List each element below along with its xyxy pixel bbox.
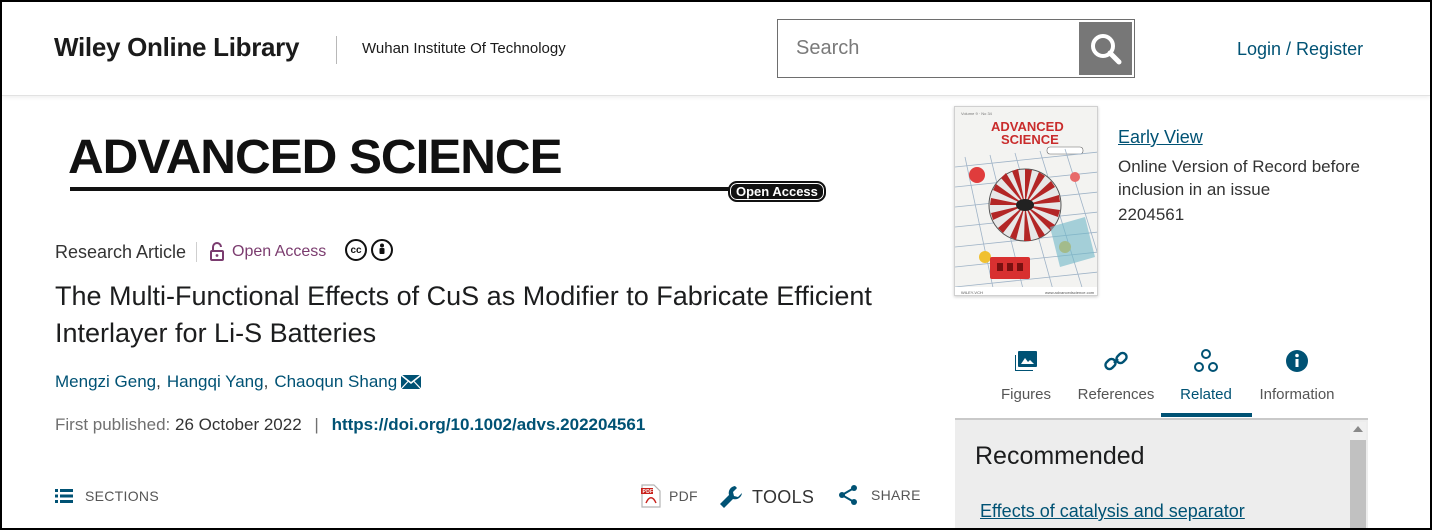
pubdate-separator: | — [314, 415, 319, 434]
doi-link[interactable]: https://doi.org/10.1002/advs.202204561 — [332, 415, 646, 434]
svg-text:Volume 9 · No 34: Volume 9 · No 34 — [961, 111, 993, 116]
journal-title: ADVANCED SCIENCE — [68, 131, 563, 184]
license-icons[interactable]: cc — [345, 239, 393, 261]
open-lock-icon — [210, 242, 224, 261]
tab-label: Figures — [1000, 386, 1052, 403]
tab-figures[interactable]: Figures — [980, 346, 1072, 418]
journal-banner[interactable]: ADVANCED SCIENCE Open Access — [66, 130, 826, 205]
article-title: The Multi-Functional Effects of CuS as M… — [55, 281, 872, 348]
pdf-label: PDF — [669, 488, 698, 504]
recommended-panel: Recommended Effects of catalysis and sep… — [955, 420, 1368, 528]
share-button[interactable]: SHARE — [837, 484, 921, 506]
open-access-label: Open Access — [232, 243, 327, 260]
share-label: SHARE — [871, 487, 921, 503]
tab-label: Related — [1180, 386, 1232, 403]
scroll-up-arrow-icon[interactable] — [1353, 426, 1363, 432]
share-icon — [839, 485, 857, 505]
active-tab-indicator — [1161, 413, 1252, 417]
publication-info: First published: 26 October 2022 | https… — [55, 415, 645, 435]
page-frame: Wiley Online Library Wuhan Institute Of … — [0, 0, 1432, 530]
search-box — [777, 19, 1135, 78]
article-type: Research Article — [55, 242, 187, 262]
list-icon — [55, 489, 73, 503]
author-link[interactable]: Chaoqun Shang — [274, 372, 397, 392]
info-icon — [1286, 350, 1308, 372]
journal-rule — [70, 187, 730, 191]
tools-label: TOOLS — [752, 486, 815, 507]
tools-button[interactable]: TOOLS — [718, 484, 814, 510]
pdf-button[interactable]: PDF PDF — [641, 484, 698, 508]
svg-text:www.advancedscience.com: www.advancedscience.com — [1045, 290, 1095, 295]
cover-illustration: Volume 9 · No 34 ADVANCED SCIENCE WILEY-… — [955, 107, 1097, 295]
svg-text:SCIENCE: SCIENCE — [1001, 132, 1059, 147]
author-list: Mengzi Geng, Hangqi Yang, Chaoqun Shang — [55, 372, 422, 392]
tab-label: References — [1077, 386, 1155, 403]
search-input[interactable] — [786, 28, 1076, 68]
tab-references[interactable]: References — [1070, 346, 1162, 418]
pdf-icon: PDF — [641, 484, 661, 508]
search-icon — [1090, 33, 1121, 64]
corresponding-author-mail-icon[interactable] — [401, 375, 422, 389]
article-number: 2204561 — [1118, 205, 1185, 224]
sections-button[interactable]: SECTIONS — [55, 488, 159, 504]
author-link[interactable]: Hangqi Yang — [167, 372, 264, 392]
scrollbar-thumb[interactable] — [1350, 440, 1366, 528]
by-attribution-icon — [371, 239, 393, 261]
journal-open-access-badge: Open Access — [728, 181, 826, 202]
recommended-article-link[interactable]: Effects of catalysis and separator — [980, 501, 1245, 522]
institution-name: Wuhan Institute Of Technology — [362, 40, 566, 57]
early-view-description: Online Version of Record before inclusio… — [1118, 157, 1360, 199]
wrench-icon — [720, 486, 742, 508]
journal-cover-image[interactable]: Volume 9 · No 34 ADVANCED SCIENCE WILEY-… — [954, 106, 1098, 296]
search-button[interactable] — [1079, 22, 1132, 75]
svg-text:WILEY-VCH: WILEY-VCH — [961, 290, 983, 295]
header-divider — [336, 36, 337, 64]
tab-label: Information — [1259, 386, 1335, 403]
early-view-link[interactable]: Early View — [1118, 127, 1203, 148]
link-icon — [1104, 351, 1128, 371]
sections-label: SECTIONS — [85, 488, 159, 504]
first-published-label: First published: — [55, 415, 171, 434]
image-icon — [1015, 351, 1037, 371]
related-icon — [1194, 349, 1218, 372]
site-logo[interactable]: Wiley Online Library — [54, 32, 299, 63]
panel-title: Recommended — [975, 442, 1145, 470]
tab-information[interactable]: Information — [1251, 346, 1343, 418]
cc-icon: cc — [345, 239, 367, 261]
site-header: Wiley Online Library Wuhan Institute Of … — [2, 2, 1430, 96]
tab-related[interactable]: Related — [1160, 346, 1252, 418]
meta-divider — [196, 242, 197, 262]
svg-text:PDF: PDF — [643, 489, 654, 495]
author-link[interactable]: Mengzi Geng — [55, 372, 156, 392]
login-register-link[interactable]: Login / Register — [1237, 39, 1363, 60]
first-published-date: 26 October 2022 — [175, 415, 302, 434]
